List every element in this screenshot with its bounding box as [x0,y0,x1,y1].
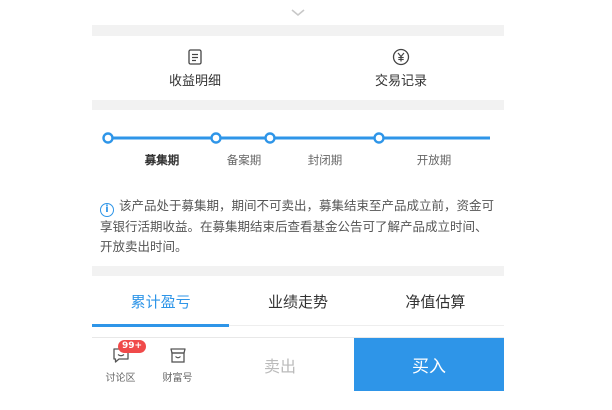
stage-label-closed: 封闭期 [307,153,343,167]
income-detail-button[interactable]: 收益明细 [92,36,298,100]
trade-records-label: 交易记录 [374,74,427,89]
buy-button[interactable]: 买入 [354,338,504,391]
wealth-label: 财富号 [162,372,193,384]
store-icon [168,346,188,366]
notice-text: 该产品处于募集期，期间不可卖出，募集结束至产品成立前，资金可享银行活期收益。在募… [100,198,495,254]
section-divider [92,100,504,110]
stage-label-open: 开放期 [416,153,452,167]
stage-node-fundraising [102,132,114,144]
stage-label-fundraising: 募集期 [144,153,180,167]
tab-performance-trend[interactable]: 业绩走势 [229,276,366,326]
wealth-button[interactable]: 财富号 [149,338,206,391]
fund-stage-timeline: 募集期 备案期 封闭期 开放期 [92,110,504,190]
discussion-label: 讨论区 [105,372,136,384]
discussion-badge: 99+ [118,340,147,353]
info-icon: i [100,203,114,217]
chevron-down-icon [291,9,305,17]
stage-label-filing: 备案期 [226,153,262,167]
sell-button[interactable]: 卖出 [206,338,354,391]
tab-nav-estimate[interactable]: 净值估算 [367,276,504,326]
stage-notice: i 该产品处于募集期，期间不可卖出，募集结束至产品成立前，资金可享银行活期收益。在… [100,196,498,257]
stage-node-filing [210,132,222,144]
discussion-button[interactable]: 99+ 讨论区 [92,338,149,391]
shortcut-row: 收益明细 交易记录 [92,36,504,100]
performance-tabs: 累计盈亏 业绩走势 净值估算 [92,276,504,327]
bottom-action-bar: 99+ 讨论区 财富号 卖出 买入 [92,337,504,391]
section-divider [92,25,504,36]
stage-node-closed [264,132,276,144]
income-detail-label: 收益明细 [168,74,221,89]
yen-coin-icon [391,47,411,67]
section-divider [92,266,504,276]
tab-cumulative-pnl[interactable]: 累计盈亏 [92,276,230,327]
trade-records-button[interactable]: 交易记录 [298,36,504,100]
collapse-handle[interactable] [92,4,504,22]
stage-node-open [373,132,385,144]
fund-detail-screen: 收益明细 交易记录 募集期 备案期 封闭期 开放期 i 该产品处于募集期，期间不… [92,0,504,410]
document-icon [185,47,205,67]
